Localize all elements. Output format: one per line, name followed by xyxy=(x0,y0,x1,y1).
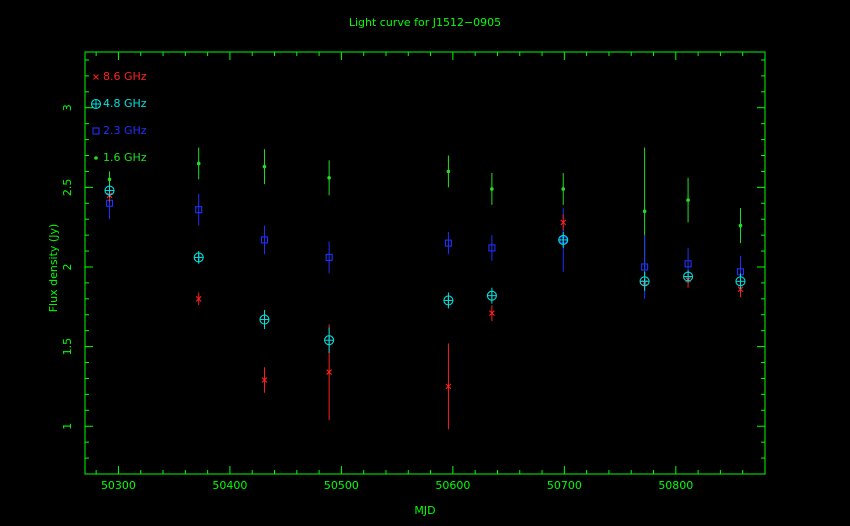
data-series xyxy=(104,147,746,430)
data-point xyxy=(639,276,650,287)
axis-ticks xyxy=(85,52,766,474)
data-point xyxy=(735,276,746,287)
series-2-3-ghz xyxy=(105,187,745,299)
data-point xyxy=(104,185,115,196)
data-point xyxy=(193,252,204,263)
legend-marker xyxy=(93,74,99,80)
data-point xyxy=(327,176,331,180)
plot-border xyxy=(84,51,766,475)
y-tick-labels: 1 1.5 2 2.5 3 xyxy=(61,104,74,429)
data-point xyxy=(196,161,201,166)
legend-label: 1.6 GHz xyxy=(103,151,147,164)
data-point xyxy=(486,290,497,301)
data-point xyxy=(642,209,647,214)
legend-item: 4.8 GHz xyxy=(90,97,147,110)
x-tick-label: 50300 xyxy=(101,479,136,492)
marker-square xyxy=(92,127,100,135)
x-tick-label: 50500 xyxy=(324,479,359,492)
legend-marker xyxy=(94,156,98,160)
legend-item: 8.6 GHz xyxy=(93,70,147,83)
y-axis-label: Flux density (Jy) xyxy=(47,224,60,313)
legend-label: 2.3 GHz xyxy=(103,124,147,137)
legend: 8.6 GHz 4.8 GHz 2.3 GHz 1.6 GHz xyxy=(90,70,147,164)
legend-label: 4.8 GHz xyxy=(103,97,147,110)
marker-dot xyxy=(196,161,201,166)
x-tick-label: 50700 xyxy=(547,479,582,492)
legend-item: 1.6 GHz xyxy=(94,151,147,164)
x-tick-label: 50400 xyxy=(212,479,247,492)
plot-frame xyxy=(84,51,766,475)
y-tick-label: 1.5 xyxy=(61,338,74,356)
y-tick-label: 2.5 xyxy=(61,179,74,197)
x-tick-labels: 50300 50400 50500 50600 50700 50800 xyxy=(101,479,693,492)
data-point xyxy=(259,314,270,325)
y-tick-label: 1 xyxy=(61,423,74,430)
marker-dot xyxy=(94,156,98,160)
legend-label: 8.6 GHz xyxy=(103,70,147,83)
x-tick-label: 50600 xyxy=(435,479,470,492)
chart-title: Light curve for J1512−0905 xyxy=(349,16,501,29)
data-point xyxy=(107,177,112,182)
marker-dot xyxy=(490,187,494,191)
marker-dot xyxy=(262,164,267,169)
legend-marker xyxy=(92,127,100,135)
series-4-8-ghz xyxy=(104,184,746,353)
x-axis-label: MJD xyxy=(414,504,435,517)
y-tick-label: 2 xyxy=(61,263,74,270)
data-point xyxy=(561,187,566,191)
data-point xyxy=(686,198,690,202)
marker-dot xyxy=(107,177,112,182)
y-tick-label: 3 xyxy=(61,104,74,111)
x-tick-label: 50800 xyxy=(658,479,693,492)
data-point xyxy=(262,164,267,169)
legend-marker xyxy=(90,98,102,110)
marker-dot xyxy=(738,223,743,228)
marker-dot xyxy=(642,209,647,214)
data-point xyxy=(443,295,454,306)
marker-dot xyxy=(561,187,566,191)
marker-dot xyxy=(446,169,451,174)
data-point xyxy=(558,234,569,245)
data-point xyxy=(683,271,694,282)
data-point xyxy=(490,187,494,191)
light-curve-chart: Light curve for J1512−0905 50300 50400 505… xyxy=(47,16,766,517)
marker-dot xyxy=(686,198,690,202)
series-8-6-ghz xyxy=(106,188,744,430)
data-point xyxy=(324,335,335,346)
legend-item: 2.3 GHz xyxy=(92,124,147,137)
data-point xyxy=(446,169,451,174)
marker-dot xyxy=(327,176,331,180)
data-point xyxy=(738,223,743,228)
